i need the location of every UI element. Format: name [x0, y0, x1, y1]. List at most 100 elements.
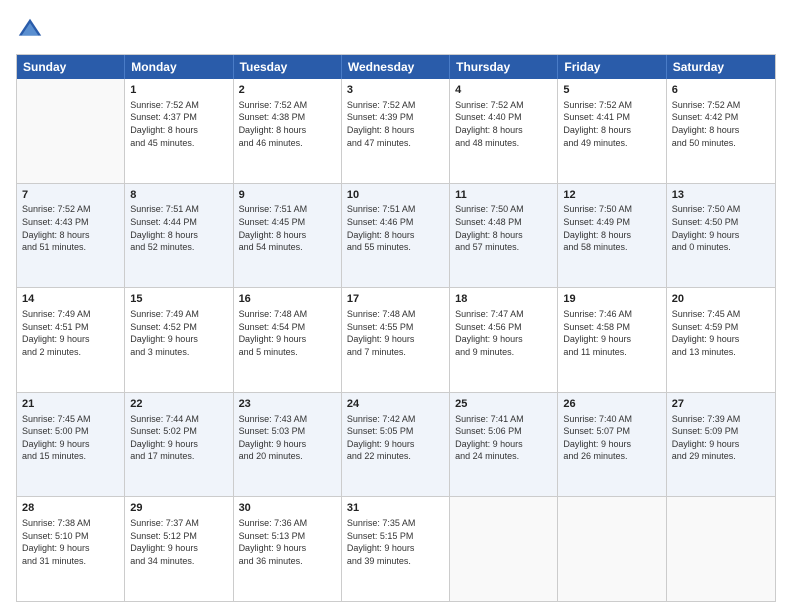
logo-icon — [16, 16, 44, 44]
header-day-tuesday: Tuesday — [234, 55, 342, 79]
day-number: 14 — [22, 292, 119, 307]
calendar-day-17: 17Sunrise: 7:48 AMSunset: 4:55 PMDayligh… — [342, 288, 450, 392]
day-info: Sunrise: 7:36 AMSunset: 5:13 PMDaylight:… — [239, 517, 336, 567]
calendar-day-30: 30Sunrise: 7:36 AMSunset: 5:13 PMDayligh… — [234, 497, 342, 601]
day-number: 25 — [455, 397, 552, 412]
day-number: 3 — [347, 83, 444, 98]
calendar-day-21: 21Sunrise: 7:45 AMSunset: 5:00 PMDayligh… — [17, 393, 125, 497]
day-info: Sunrise: 7:45 AMSunset: 4:59 PMDaylight:… — [672, 308, 770, 358]
calendar-day-31: 31Sunrise: 7:35 AMSunset: 5:15 PMDayligh… — [342, 497, 450, 601]
calendar-day-22: 22Sunrise: 7:44 AMSunset: 5:02 PMDayligh… — [125, 393, 233, 497]
calendar-day-26: 26Sunrise: 7:40 AMSunset: 5:07 PMDayligh… — [558, 393, 666, 497]
day-number: 5 — [563, 83, 660, 98]
day-info: Sunrise: 7:45 AMSunset: 5:00 PMDaylight:… — [22, 413, 119, 463]
day-number: 19 — [563, 292, 660, 307]
day-number: 23 — [239, 397, 336, 412]
day-number: 18 — [455, 292, 552, 307]
day-info: Sunrise: 7:38 AMSunset: 5:10 PMDaylight:… — [22, 517, 119, 567]
day-info: Sunrise: 7:40 AMSunset: 5:07 PMDaylight:… — [563, 413, 660, 463]
calendar-day-7: 7Sunrise: 7:52 AMSunset: 4:43 PMDaylight… — [17, 184, 125, 288]
day-number: 31 — [347, 501, 444, 516]
day-info: Sunrise: 7:48 AMSunset: 4:54 PMDaylight:… — [239, 308, 336, 358]
calendar-day-10: 10Sunrise: 7:51 AMSunset: 4:46 PMDayligh… — [342, 184, 450, 288]
day-info: Sunrise: 7:39 AMSunset: 5:09 PMDaylight:… — [672, 413, 770, 463]
day-info: Sunrise: 7:35 AMSunset: 5:15 PMDaylight:… — [347, 517, 444, 567]
day-number: 17 — [347, 292, 444, 307]
calendar-day-27: 27Sunrise: 7:39 AMSunset: 5:09 PMDayligh… — [667, 393, 775, 497]
day-number: 28 — [22, 501, 119, 516]
header-day-saturday: Saturday — [667, 55, 775, 79]
calendar-day-12: 12Sunrise: 7:50 AMSunset: 4:49 PMDayligh… — [558, 184, 666, 288]
day-info: Sunrise: 7:43 AMSunset: 5:03 PMDaylight:… — [239, 413, 336, 463]
calendar-day-3: 3Sunrise: 7:52 AMSunset: 4:39 PMDaylight… — [342, 79, 450, 183]
calendar-week-1: 1Sunrise: 7:52 AMSunset: 4:37 PMDaylight… — [17, 79, 775, 183]
calendar-week-5: 28Sunrise: 7:38 AMSunset: 5:10 PMDayligh… — [17, 496, 775, 601]
calendar-week-4: 21Sunrise: 7:45 AMSunset: 5:00 PMDayligh… — [17, 392, 775, 497]
calendar-day-19: 19Sunrise: 7:46 AMSunset: 4:58 PMDayligh… — [558, 288, 666, 392]
calendar-day-6: 6Sunrise: 7:52 AMSunset: 4:42 PMDaylight… — [667, 79, 775, 183]
calendar-empty-cell — [450, 497, 558, 601]
day-number: 15 — [130, 292, 227, 307]
day-number: 27 — [672, 397, 770, 412]
day-number: 12 — [563, 188, 660, 203]
day-info: Sunrise: 7:51 AMSunset: 4:46 PMDaylight:… — [347, 203, 444, 253]
calendar-day-25: 25Sunrise: 7:41 AMSunset: 5:06 PMDayligh… — [450, 393, 558, 497]
day-info: Sunrise: 7:50 AMSunset: 4:49 PMDaylight:… — [563, 203, 660, 253]
calendar-day-29: 29Sunrise: 7:37 AMSunset: 5:12 PMDayligh… — [125, 497, 233, 601]
calendar-day-8: 8Sunrise: 7:51 AMSunset: 4:44 PMDaylight… — [125, 184, 233, 288]
day-info: Sunrise: 7:51 AMSunset: 4:44 PMDaylight:… — [130, 203, 227, 253]
day-info: Sunrise: 7:46 AMSunset: 4:58 PMDaylight:… — [563, 308, 660, 358]
day-info: Sunrise: 7:50 AMSunset: 4:50 PMDaylight:… — [672, 203, 770, 253]
day-info: Sunrise: 7:52 AMSunset: 4:41 PMDaylight:… — [563, 99, 660, 149]
calendar-empty-cell — [17, 79, 125, 183]
day-info: Sunrise: 7:52 AMSunset: 4:37 PMDaylight:… — [130, 99, 227, 149]
day-info: Sunrise: 7:41 AMSunset: 5:06 PMDaylight:… — [455, 413, 552, 463]
day-number: 7 — [22, 188, 119, 203]
header-day-wednesday: Wednesday — [342, 55, 450, 79]
calendar-day-20: 20Sunrise: 7:45 AMSunset: 4:59 PMDayligh… — [667, 288, 775, 392]
calendar-empty-cell — [558, 497, 666, 601]
calendar: SundayMondayTuesdayWednesdayThursdayFrid… — [16, 54, 776, 602]
calendar-day-4: 4Sunrise: 7:52 AMSunset: 4:40 PMDaylight… — [450, 79, 558, 183]
logo — [16, 16, 48, 44]
calendar-day-5: 5Sunrise: 7:52 AMSunset: 4:41 PMDaylight… — [558, 79, 666, 183]
day-number: 29 — [130, 501, 227, 516]
day-info: Sunrise: 7:52 AMSunset: 4:40 PMDaylight:… — [455, 99, 552, 149]
calendar-week-3: 14Sunrise: 7:49 AMSunset: 4:51 PMDayligh… — [17, 287, 775, 392]
calendar-day-13: 13Sunrise: 7:50 AMSunset: 4:50 PMDayligh… — [667, 184, 775, 288]
day-number: 6 — [672, 83, 770, 98]
day-number: 8 — [130, 188, 227, 203]
calendar-day-18: 18Sunrise: 7:47 AMSunset: 4:56 PMDayligh… — [450, 288, 558, 392]
header-day-thursday: Thursday — [450, 55, 558, 79]
header — [16, 16, 776, 44]
day-number: 24 — [347, 397, 444, 412]
day-info: Sunrise: 7:37 AMSunset: 5:12 PMDaylight:… — [130, 517, 227, 567]
calendar-day-14: 14Sunrise: 7:49 AMSunset: 4:51 PMDayligh… — [17, 288, 125, 392]
day-info: Sunrise: 7:42 AMSunset: 5:05 PMDaylight:… — [347, 413, 444, 463]
calendar-day-28: 28Sunrise: 7:38 AMSunset: 5:10 PMDayligh… — [17, 497, 125, 601]
day-info: Sunrise: 7:49 AMSunset: 4:52 PMDaylight:… — [130, 308, 227, 358]
calendar-empty-cell — [667, 497, 775, 601]
day-number: 9 — [239, 188, 336, 203]
day-number: 4 — [455, 83, 552, 98]
day-number: 30 — [239, 501, 336, 516]
day-number: 10 — [347, 188, 444, 203]
day-info: Sunrise: 7:51 AMSunset: 4:45 PMDaylight:… — [239, 203, 336, 253]
day-info: Sunrise: 7:49 AMSunset: 4:51 PMDaylight:… — [22, 308, 119, 358]
calendar-day-2: 2Sunrise: 7:52 AMSunset: 4:38 PMDaylight… — [234, 79, 342, 183]
day-info: Sunrise: 7:48 AMSunset: 4:55 PMDaylight:… — [347, 308, 444, 358]
day-number: 16 — [239, 292, 336, 307]
calendar-day-1: 1Sunrise: 7:52 AMSunset: 4:37 PMDaylight… — [125, 79, 233, 183]
calendar-day-15: 15Sunrise: 7:49 AMSunset: 4:52 PMDayligh… — [125, 288, 233, 392]
day-info: Sunrise: 7:52 AMSunset: 4:43 PMDaylight:… — [22, 203, 119, 253]
header-day-monday: Monday — [125, 55, 233, 79]
day-number: 13 — [672, 188, 770, 203]
day-info: Sunrise: 7:50 AMSunset: 4:48 PMDaylight:… — [455, 203, 552, 253]
calendar-week-2: 7Sunrise: 7:52 AMSunset: 4:43 PMDaylight… — [17, 183, 775, 288]
day-number: 22 — [130, 397, 227, 412]
calendar-day-9: 9Sunrise: 7:51 AMSunset: 4:45 PMDaylight… — [234, 184, 342, 288]
page-container: SundayMondayTuesdayWednesdayThursdayFrid… — [0, 0, 792, 612]
day-info: Sunrise: 7:52 AMSunset: 4:39 PMDaylight:… — [347, 99, 444, 149]
calendar-day-23: 23Sunrise: 7:43 AMSunset: 5:03 PMDayligh… — [234, 393, 342, 497]
header-day-sunday: Sunday — [17, 55, 125, 79]
